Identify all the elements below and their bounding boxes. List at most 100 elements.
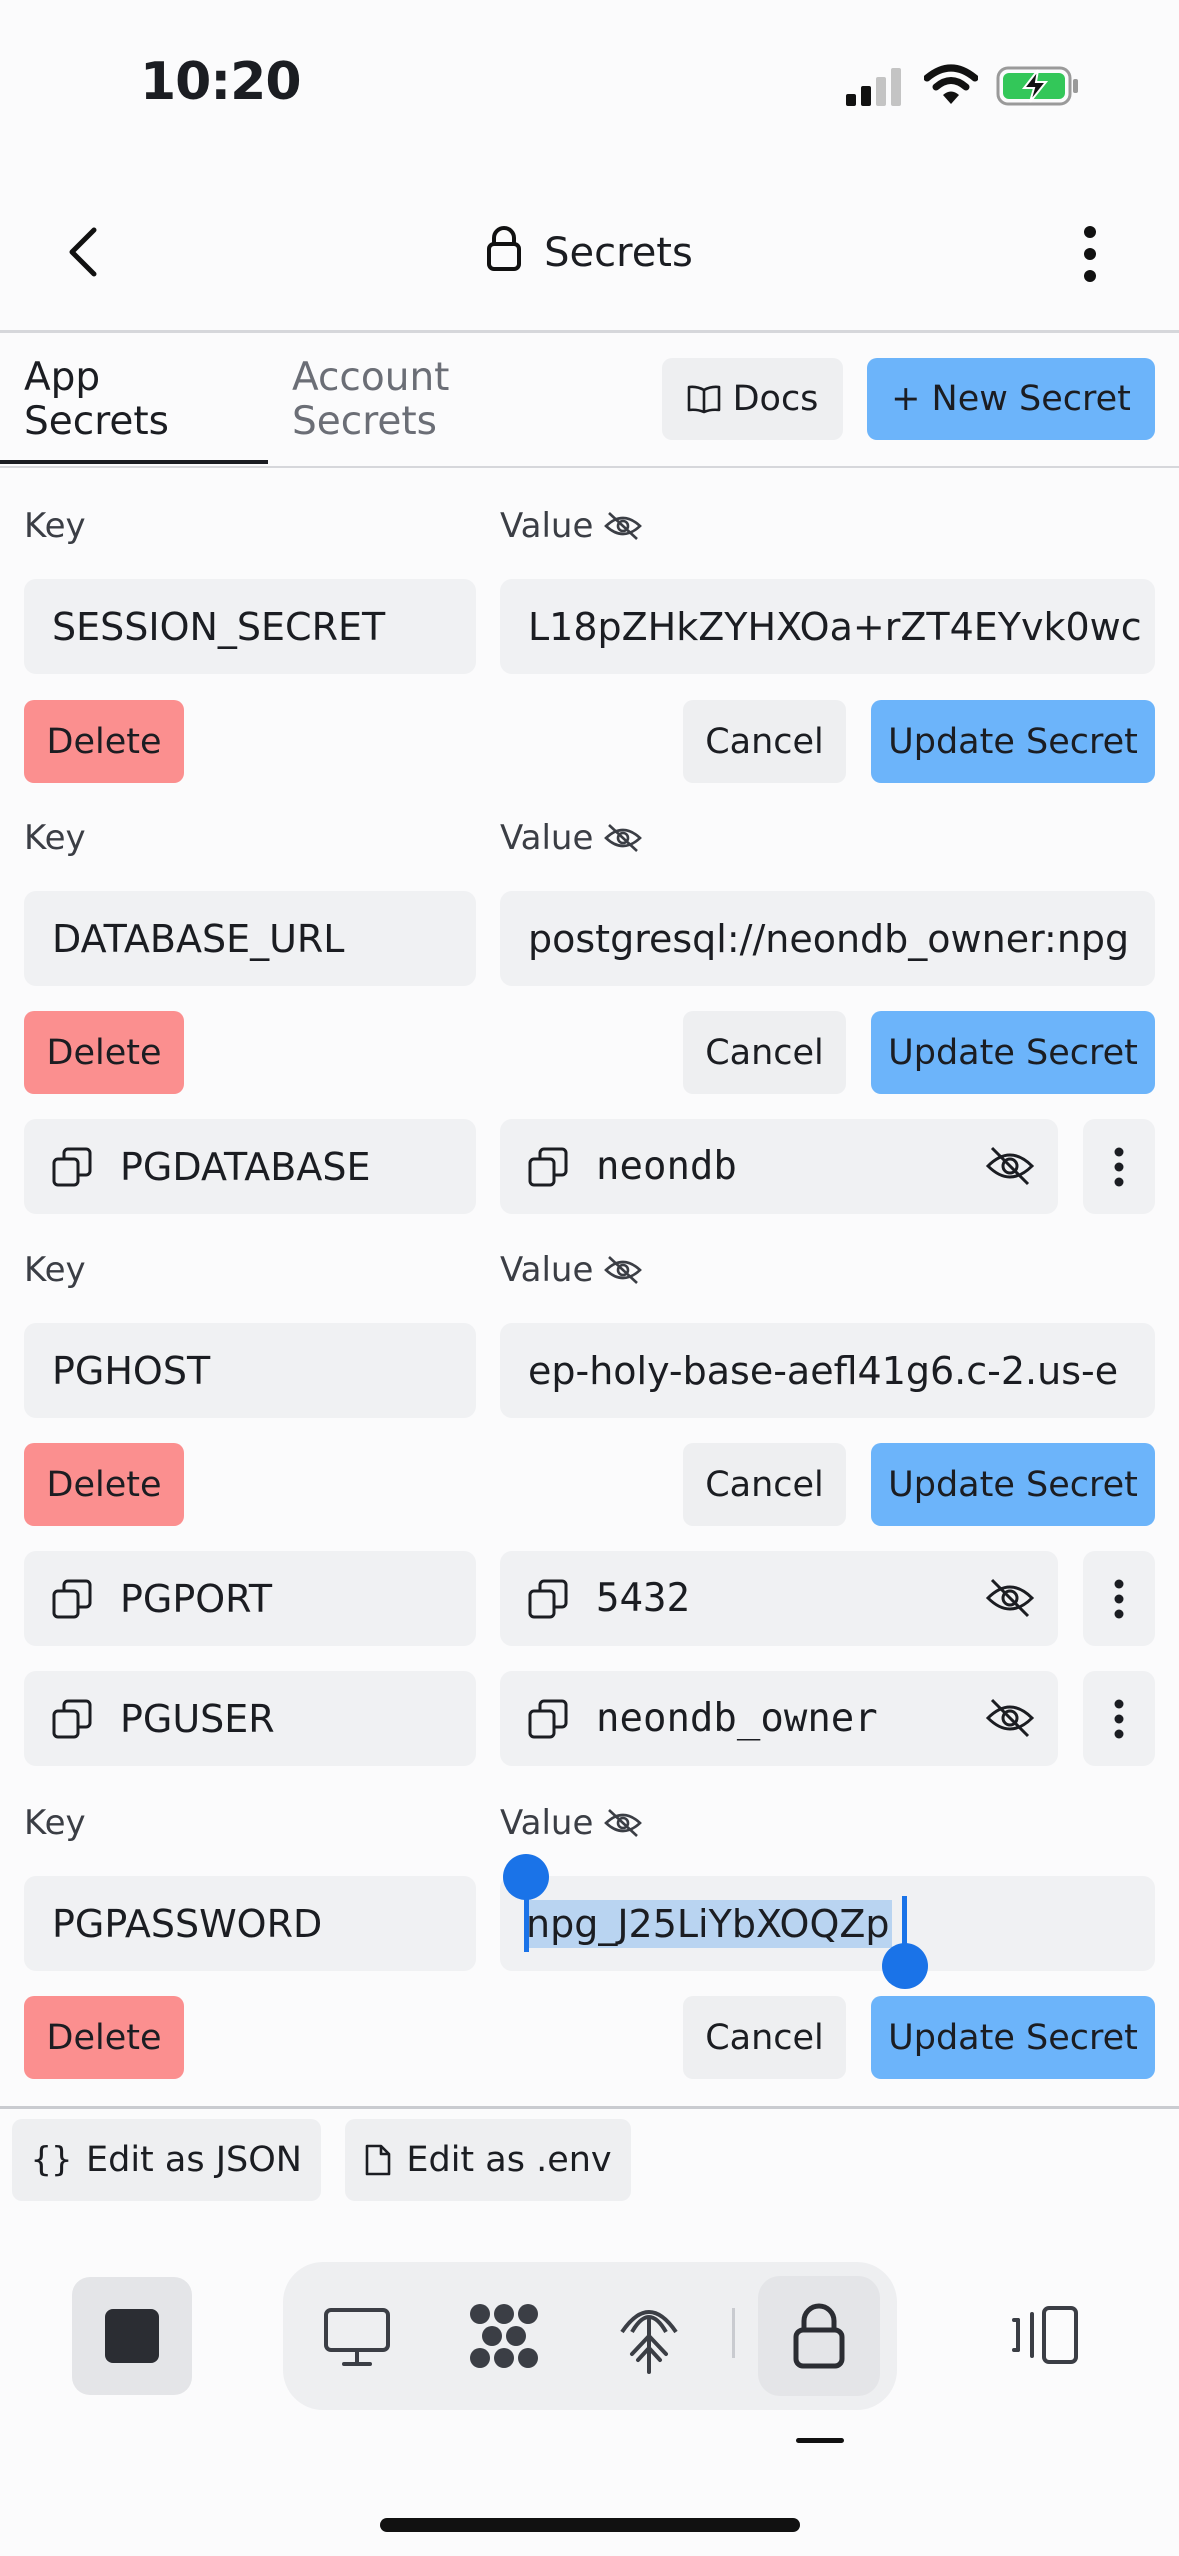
key-input[interactable]: DATABASE_URL (24, 891, 476, 986)
kebab-menu-icon (1114, 1579, 1124, 1618)
key-label: Key (24, 818, 86, 858)
copy-icon[interactable] (52, 1579, 92, 1619)
copy-icon[interactable] (52, 1699, 92, 1739)
eye-off-icon[interactable] (603, 1807, 643, 1839)
workflows-icon[interactable] (466, 2300, 542, 2376)
secret-value-cell[interactable]: neondb (500, 1119, 1058, 1214)
edit-as-json-label: Edit as JSON (85, 2140, 302, 2180)
key-input[interactable]: SESSION_SECRET (24, 579, 476, 674)
file-icon (366, 2144, 391, 2176)
edit-as-env-label: Edit as .env (406, 2140, 612, 2180)
update-secret-button[interactable]: Update Secret (871, 700, 1155, 783)
row-menu-button[interactable] (1083, 1119, 1155, 1214)
selection-end-handle[interactable] (882, 1943, 928, 1989)
row-menu-button[interactable] (1083, 1671, 1155, 1766)
update-secret-button[interactable]: Update Secret (871, 1443, 1155, 1526)
panels-icon[interactable] (1010, 2304, 1082, 2370)
kebab-menu-icon (1084, 226, 1096, 282)
key-label: Key (24, 1250, 86, 1290)
tab-app-secrets-line2: Secrets (24, 399, 169, 444)
secret-value-cell[interactable]: 5432 (500, 1551, 1058, 1646)
delete-button[interactable]: Delete (24, 1996, 184, 2079)
eye-off-icon[interactable] (603, 510, 643, 542)
active-tab-marker (796, 2438, 844, 2443)
eye-off-icon[interactable] (603, 822, 643, 854)
stop-button[interactable] (72, 2277, 192, 2395)
eye-off-icon[interactable] (603, 1254, 643, 1286)
copy-icon[interactable] (528, 1147, 568, 1187)
header-divider (0, 330, 1179, 333)
delete-button[interactable]: Delete (24, 1443, 184, 1526)
lock-icon (793, 2303, 845, 2369)
page-title: Secrets (0, 225, 1179, 281)
update-secret-button[interactable]: Update Secret (871, 1996, 1155, 2079)
home-indicator (380, 2518, 800, 2532)
key-input[interactable]: PGPASSWORD (24, 1876, 476, 1971)
copy-icon[interactable] (528, 1699, 568, 1739)
update-secret-button[interactable]: Update Secret (871, 1011, 1155, 1094)
braces-icon: {} (31, 2140, 72, 2180)
cancel-button[interactable]: Cancel (683, 1011, 846, 1094)
tab-account-secrets-line2: Secrets (292, 399, 437, 444)
row-menu-button[interactable] (1083, 1551, 1155, 1646)
value-input[interactable]: postgresql://neondb_owner:npg (500, 891, 1155, 986)
dock-separator (732, 2308, 735, 2358)
secrets-tab-button[interactable] (758, 2276, 880, 2396)
battery-charging-icon (996, 66, 1080, 110)
cellular-signal-icon (846, 66, 902, 110)
tab-app-secrets[interactable]: App Secrets (24, 356, 169, 444)
key-label: Key (24, 1803, 86, 1843)
deploy-antenna-icon[interactable] (614, 2296, 684, 2378)
active-tab-indicator (0, 460, 268, 464)
secret-key-cell[interactable]: PGDATABASE (24, 1119, 476, 1214)
lock-icon (486, 225, 522, 281)
tab-account-secrets[interactable]: Account Secrets (292, 356, 449, 444)
secret-key-text: PGUSER (120, 1696, 275, 1741)
docs-label: Docs (732, 379, 819, 419)
eye-off-icon[interactable] (984, 1576, 1036, 1624)
tabs-divider (0, 466, 1179, 468)
eye-off-icon[interactable] (984, 1144, 1036, 1192)
value-label: Value (500, 818, 643, 858)
cancel-button[interactable]: Cancel (683, 1996, 846, 2079)
secret-key-text: PGDATABASE (120, 1144, 371, 1189)
cancel-button[interactable]: Cancel (683, 700, 846, 783)
value-input[interactable]: ep-holy-base-aefl41g6.c-2.us-e (500, 1323, 1155, 1418)
value-input[interactable]: L18pZHkZYHXOa+rZT4EYvk0wc (500, 579, 1155, 674)
docs-button[interactable]: Docs (662, 358, 843, 440)
key-label: Key (24, 506, 86, 546)
footer-divider (0, 2106, 1179, 2109)
copy-icon[interactable] (52, 1147, 92, 1187)
value-label: Value (500, 1803, 643, 1843)
delete-button[interactable]: Delete (24, 1011, 184, 1094)
status-time: 10:20 (140, 52, 302, 112)
secret-key-cell[interactable]: PGPORT (24, 1551, 476, 1646)
secret-value-text: neondb (596, 1144, 737, 1189)
value-label: Value (500, 506, 643, 546)
value-input[interactable]: npg_J25LiYbXOQZp (500, 1876, 1155, 1971)
selection-start-caret (524, 1896, 529, 1952)
edit-as-json-button[interactable]: {} Edit as JSON (12, 2119, 321, 2201)
secret-value-cell[interactable]: neondb_owner (500, 1671, 1058, 1766)
new-secret-button[interactable]: + New Secret (867, 358, 1155, 440)
cancel-button[interactable]: Cancel (683, 1443, 846, 1526)
eye-off-icon[interactable] (984, 1696, 1036, 1744)
copy-icon[interactable] (528, 1579, 568, 1619)
secret-key-text: PGPORT (120, 1576, 273, 1621)
secret-value-text: neondb_owner (596, 1696, 878, 1741)
selected-text: npg_J25LiYbXOQZp (524, 1899, 892, 1948)
new-secret-label: + New Secret (891, 379, 1131, 419)
key-input[interactable]: PGHOST (24, 1323, 476, 1418)
edit-as-env-button[interactable]: Edit as .env (345, 2119, 631, 2201)
kebab-menu-icon (1114, 1147, 1124, 1186)
desktop-icon[interactable] (322, 2300, 392, 2374)
selection-start-handle[interactable] (503, 1854, 549, 1900)
tab-account-secrets-line1: Account (292, 355, 450, 400)
tab-app-secrets-line1: App (24, 355, 101, 400)
kebab-menu-icon (1114, 1699, 1124, 1738)
page-title-text: Secrets (544, 230, 693, 276)
more-menu-button[interactable] (1070, 224, 1110, 284)
value-label: Value (500, 1250, 643, 1290)
secret-key-cell[interactable]: PGUSER (24, 1671, 476, 1766)
delete-button[interactable]: Delete (24, 700, 184, 783)
